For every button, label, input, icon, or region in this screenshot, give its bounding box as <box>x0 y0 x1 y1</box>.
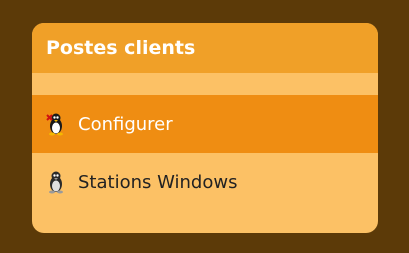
menu-item-configurer[interactable]: Configurer <box>32 95 378 153</box>
menu-item-label: Stations Windows <box>78 171 238 193</box>
panel-title: Postes clients <box>46 37 196 59</box>
panel-header: Postes clients <box>32 23 378 73</box>
tux-icon <box>44 112 68 136</box>
tux-gray-icon <box>44 170 68 194</box>
postes-clients-panel: Postes clients Configurer Stations Windo… <box>32 23 378 233</box>
menu-item-stations-windows[interactable]: Stations Windows <box>32 153 378 211</box>
menu-item-label: Configurer <box>78 113 173 135</box>
panel-spacer <box>32 73 378 95</box>
